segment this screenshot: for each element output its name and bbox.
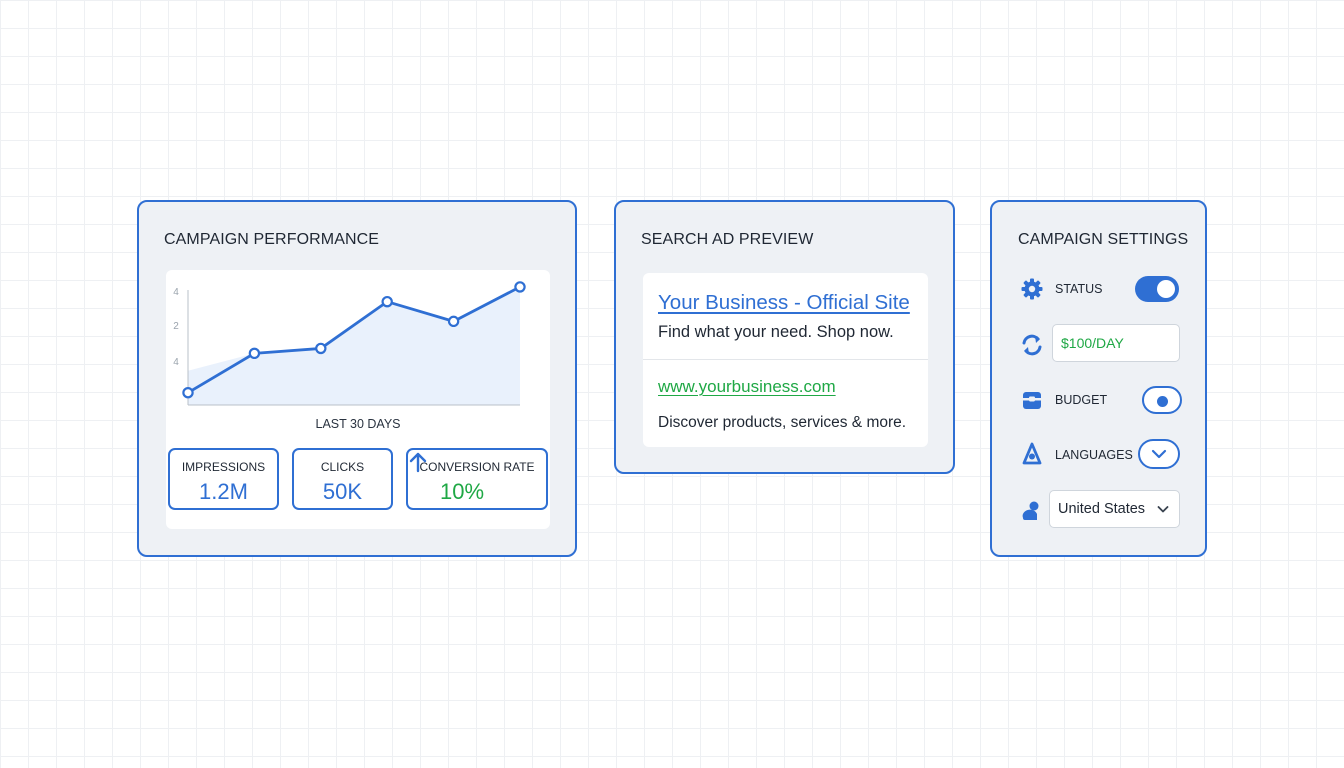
budget-radio-toggle[interactable]	[1142, 386, 1182, 414]
status-toggle-knob	[1157, 280, 1175, 298]
search-ad-preview-panel: SEARCH AD PREVIEW Your Business - Offici…	[614, 200, 955, 474]
chart-y-tick-label: 4	[173, 357, 179, 368]
person-icon	[1022, 501, 1039, 520]
clicks-value: 50K	[322, 479, 363, 504]
chevron-down-icon	[1151, 449, 1167, 459]
conversion-rate-value: 10%	[439, 479, 485, 504]
performance-title: CAMPAIGN PERFORMANCE	[164, 231, 380, 248]
impressions-value: 1.2M	[199, 479, 248, 504]
clicks-label: CLICKS	[320, 460, 365, 474]
country-select[interactable]: United States	[1049, 490, 1180, 528]
languages-label: LANGUAGES	[1055, 448, 1133, 462]
impressions-metric[interactable]: IMPRESSIONS 1.2M	[168, 448, 279, 510]
settings-title: CAMPAIGN SETTINGS	[1018, 231, 1189, 248]
ad-preview-title: SEARCH AD PREVIEW	[641, 231, 814, 248]
ad-card: Your Business - Official Site Find what …	[643, 273, 928, 447]
chart-range-label: LAST 30 DAYS	[315, 417, 401, 431]
impressions-label: IMPRESSIONS	[181, 460, 266, 474]
chart-area-fill	[188, 286, 520, 405]
status-label: STATUS	[1055, 282, 1103, 296]
ad-description-1: Find what your need. Shop now.	[658, 323, 894, 341]
chart-data-point	[381, 295, 393, 308]
ad-description-2: Discover products, services & more.	[658, 414, 907, 431]
status-toggle[interactable]	[1135, 276, 1179, 302]
chart-y-tick-label: 4	[173, 287, 179, 298]
person-pin-icon	[1022, 442, 1042, 465]
chart-data-point	[182, 386, 194, 399]
daily-budget-input[interactable]	[1052, 324, 1180, 362]
sync-icon	[1022, 334, 1042, 356]
arrow-up-icon	[409, 452, 427, 473]
chart-data-point	[315, 342, 327, 355]
wallet-icon	[1023, 392, 1041, 409]
chart-data-point	[248, 347, 261, 360]
chevron-down-icon	[1157, 506, 1169, 513]
performance-chart: 4 2 4	[173, 281, 526, 406]
chart-data-point	[514, 281, 526, 293]
ad-headline-link[interactable]: Your Business - Official Site	[658, 291, 910, 315]
country-select-value: United States	[1058, 501, 1146, 517]
ad-divider	[643, 359, 928, 360]
performance-card: 4 2 4 LAST 30 DAYS IMPRESSIONS 1.2M CLICKS…	[166, 270, 550, 529]
chart-data-point	[447, 315, 460, 328]
ad-display-url-link[interactable]: www.yourbusiness.com	[658, 377, 836, 397]
conversion-rate-label: CONVERSION RATE	[419, 460, 535, 474]
campaign-settings-panel: CAMPAIGN SETTINGS STATUS BUDGET	[990, 200, 1207, 557]
chart-y-tick-label: 2	[173, 321, 179, 332]
gear-icon	[1021, 278, 1043, 300]
clicks-metric[interactable]: CLICKS 50K	[292, 448, 393, 510]
budget-radio-dot	[1157, 396, 1168, 407]
languages-dropdown[interactable]	[1138, 439, 1180, 469]
campaign-performance-panel: CAMPAIGN PERFORMANCE 4 2 4 LAST 30 DAYS IM…	[137, 200, 577, 557]
conversion-rate-metric[interactable]: CONVERSION RATE 10%	[406, 448, 548, 510]
budget-label: BUDGET	[1055, 393, 1108, 407]
